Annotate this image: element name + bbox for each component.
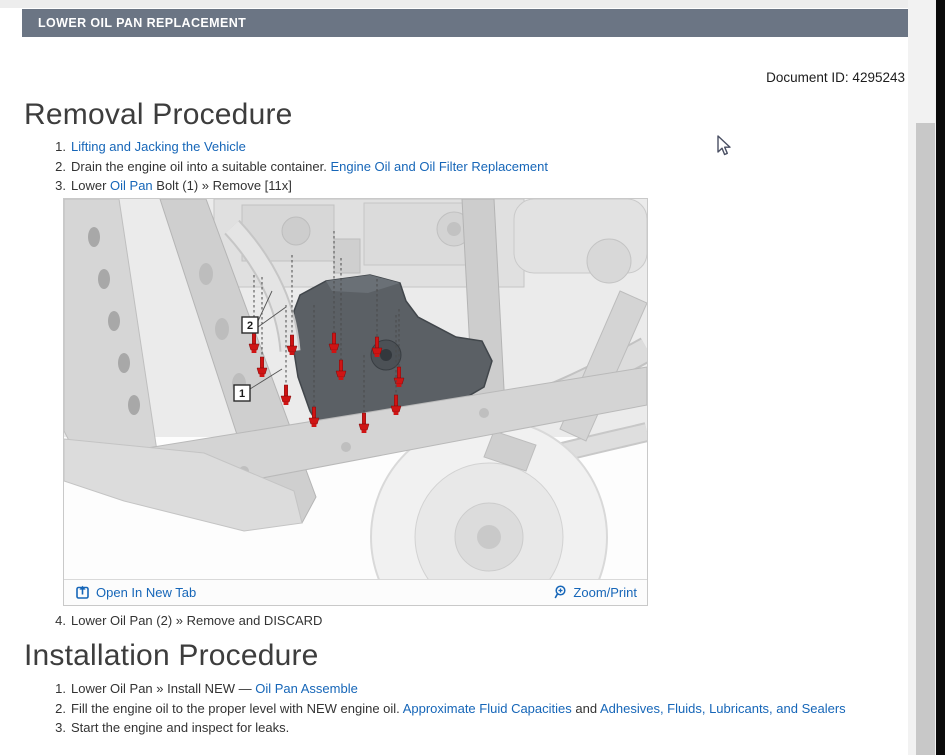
step-text: Bolt (1) » Remove [11x] <box>152 178 292 193</box>
step-number: 3. <box>55 720 66 735</box>
vertical-scrollbar-track[interactable] <box>908 0 936 755</box>
step-text: and <box>571 700 600 716</box>
document-body: Removal Procedure 1. Lifting and Jacking … <box>24 98 908 738</box>
step-number: 2. <box>55 700 66 716</box>
page-top-strip <box>0 0 936 8</box>
vehicle-underside-illustration: 12 <box>64 198 647 579</box>
document-id-label: Document ID: 4295243 <box>766 70 905 85</box>
figure-toolbar: Open In New Tab Zoom/Print <box>64 578 647 605</box>
muffler-assembly <box>513 198 647 283</box>
step-text: Lower <box>71 178 111 193</box>
procedure-link[interactable]: Oil Pan Assemble <box>255 681 358 696</box>
step-number: 1. <box>55 139 66 154</box>
procedure-step: 1. Lower Oil Pan » Install NEW — Oil Pan … <box>48 679 908 699</box>
procedure-link[interactable]: Engine Oil and Oil Filter Replacement <box>330 159 548 174</box>
procedure-step: 3. Lower Oil Pan Bolt (1) » Remove [11x] <box>48 176 908 196</box>
procedure-link[interactable]: Lifting and Jacking the Vehicle <box>71 139 246 154</box>
step-text: Lower Oil Pan (2) » Remove and DISCARD <box>71 612 323 628</box>
step-number: 1. <box>55 681 66 696</box>
document-title: LOWER OIL PAN REPLACEMENT <box>38 16 247 30</box>
procedure-link[interactable]: Adhesives, Fluids, Lubricants, and Seale… <box>600 701 846 716</box>
procedure-step: 2. Drain the engine oil into a suitable c… <box>48 157 908 177</box>
callout-1: 1 <box>233 383 251 402</box>
removal-procedure-heading: Removal Procedure <box>24 98 293 131</box>
procedure-link[interactable]: Approximate Fluid Capacities <box>403 701 572 716</box>
installation-procedure-heading: Installation Procedure <box>24 639 319 672</box>
step-number: 4. <box>55 612 66 628</box>
procedure-step: 2. Fill the engine oil to the proper leve… <box>48 699 908 719</box>
procedure-step: 1. Lifting and Jacking the Vehicle <box>48 137 908 157</box>
callout-2: 2 <box>241 315 259 334</box>
open-in-new-tab-link[interactable]: Open In New Tab <box>76 585 196 600</box>
figure-container: 12 Open In New Tab Zoom/Print <box>63 197 648 606</box>
svg-text:1: 1 <box>239 388 245 400</box>
procedure-step: 4. Lower Oil Pan (2) » Remove and DISCARD <box>48 611 908 631</box>
window-edge-bar <box>936 0 945 755</box>
document-title-bar: LOWER OIL PAN REPLACEMENT <box>22 9 908 37</box>
step-text: Fill the engine oil to the proper level … <box>71 700 403 716</box>
zoom-print-link[interactable]: Zoom/Print <box>553 585 637 600</box>
open-in-new-tab-label: Open In New Tab <box>96 584 197 600</box>
zoom-print-icon <box>554 584 566 598</box>
step-number: 2. <box>55 158 66 174</box>
svg-text:2: 2 <box>247 320 253 332</box>
installation-steps-list: 1. Lower Oil Pan » Install NEW — Oil Pan … <box>48 679 908 738</box>
open-in-new-tab-icon <box>76 585 89 599</box>
removal-steps-continued: 4. Lower Oil Pan (2) » Remove and DISCARD <box>48 611 908 631</box>
zoom-print-label: Zoom/Print <box>573 584 637 600</box>
procedure-link[interactable]: Oil Pan <box>110 178 153 193</box>
step-text: Drain the engine oil into a suitable con… <box>71 158 331 174</box>
procedure-step: 3. Start the engine and inspect for leaks… <box>48 718 908 738</box>
step-text: Start the engine and inspect for leaks. <box>71 720 290 735</box>
removal-steps-list: 1. Lifting and Jacking the Vehicle 2. Drain… <box>48 137 908 196</box>
step-text: Lower Oil Pan » Install NEW — <box>71 681 256 696</box>
vertical-scrollbar-thumb[interactable] <box>916 123 935 755</box>
step-number: 3. <box>55 178 66 193</box>
